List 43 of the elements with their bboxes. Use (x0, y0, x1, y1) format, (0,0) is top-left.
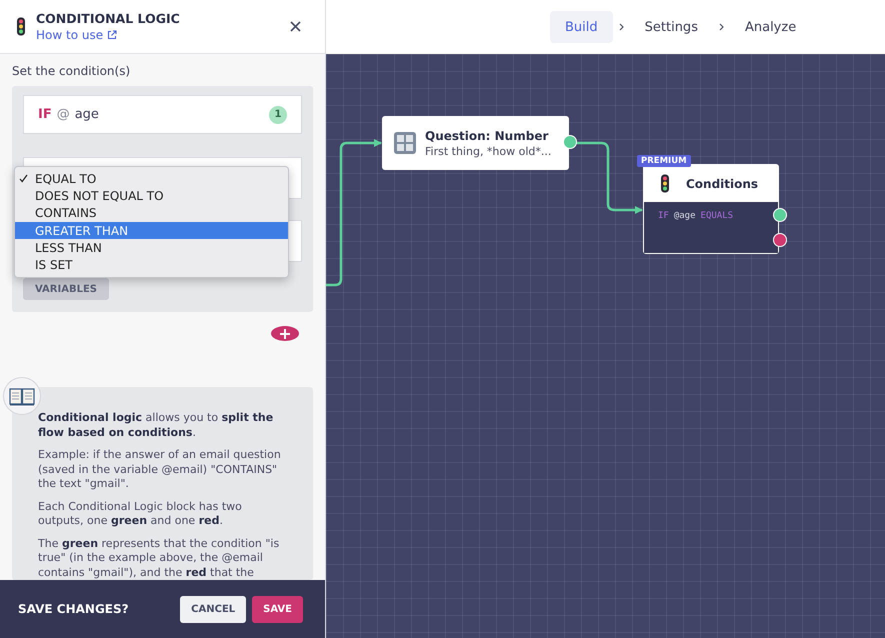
nav-tab[interactable]: Settings (630, 11, 713, 43)
panel-title: CONDITIONAL LOGIC (36, 11, 181, 26)
help-paragraph: Example: if the answer of an email question (saved in the variable @email) "CONTAINS" the text "gmail". (38, 448, 282, 492)
nav-tab[interactable]: Build (550, 11, 613, 43)
dropdown-option[interactable]: EQUAL TO (15, 170, 288, 188)
number-keypad-icon (394, 132, 416, 154)
variables-button[interactable]: VARIABLES (23, 278, 109, 300)
nav-tab[interactable]: Analyze (730, 11, 812, 43)
conditions-node[interactable]: Conditions IF @age EQUALS (643, 164, 779, 254)
dropdown-option[interactable]: LESS THAN (15, 239, 288, 256)
traffic-light-icon (660, 174, 670, 193)
close-icon (290, 21, 300, 32)
condition-expression: IF @age EQUALS (644, 202, 778, 253)
node-title: Question: Number (425, 128, 550, 142)
help-paragraph: Conditional logic allows you to split the flow based on conditions. (38, 411, 274, 440)
dropdown-option[interactable]: IS SET (15, 256, 288, 274)
condition-variable-field[interactable]: IF @ age 1 (23, 95, 302, 134)
how-to-use-link[interactable]: How to use (36, 28, 118, 42)
count-badge: 1 (269, 106, 287, 124)
cancel-button[interactable]: CANCEL (180, 596, 246, 622)
output-port[interactable] (773, 208, 787, 222)
question-node[interactable]: Question: Number First thing, *how old*... (382, 116, 569, 170)
chevron-right-icon (618, 23, 624, 31)
dropdown-option[interactable]: CONTAINS (15, 204, 288, 222)
premium-badge: PREMIUM (637, 155, 691, 167)
add-condition-button[interactable] (271, 326, 299, 341)
plus-icon (279, 328, 291, 340)
chevron-right-icon (718, 23, 724, 31)
node-subtitle: First thing, *how old*... (425, 144, 552, 158)
check-icon (19, 174, 28, 184)
output-port[interactable] (563, 135, 577, 149)
save-changes-prompt: SAVE CHANGES? (18, 602, 130, 616)
output-port[interactable] (773, 233, 787, 247)
external-link-icon (107, 30, 118, 40)
dropdown-option[interactable]: GREATER THAN (15, 222, 288, 240)
dropdown-option[interactable]: DOES NOT EQUAL TO (15, 187, 288, 205)
book-icon (9, 386, 35, 406)
section-label: Set the condition(s) (12, 64, 132, 78)
save-button[interactable]: SAVE (252, 596, 303, 622)
node-title: Conditions (686, 176, 758, 190)
help-paragraph: Each Conditional Logic block has two outputs, one green and one red. (38, 500, 243, 528)
help-paragraph: The green represents that the condition "is true" (in the example above, the @email contains "gmail"), and the red that the (38, 536, 280, 580)
traffic-light-icon (16, 17, 26, 36)
